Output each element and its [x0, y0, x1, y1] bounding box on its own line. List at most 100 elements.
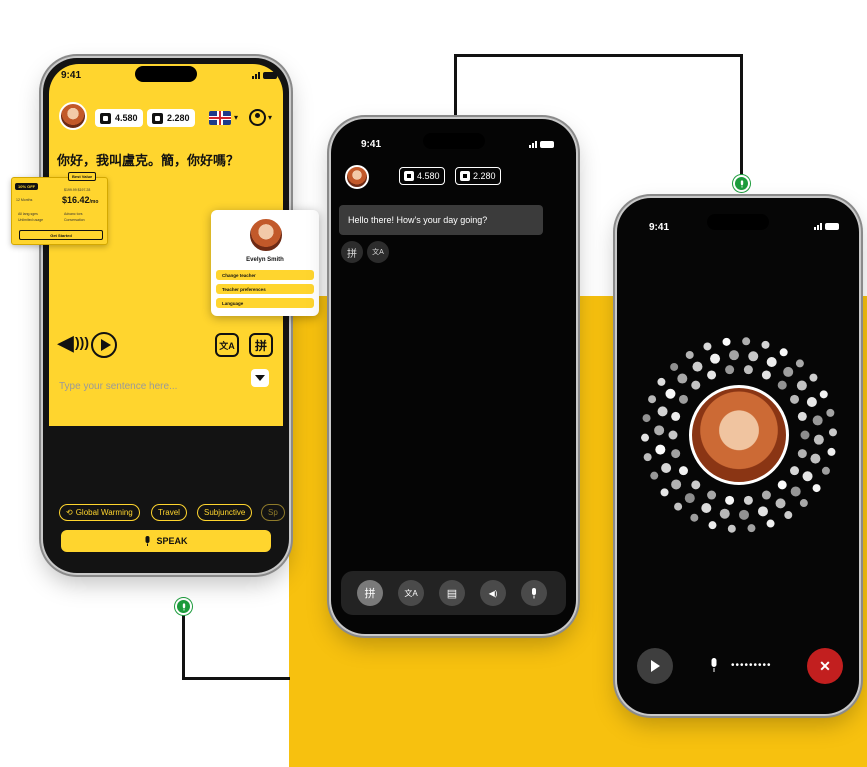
teacher-card: Evelyn Smith Change teacher Teacher pref… — [211, 210, 319, 316]
words-count: 4.580 — [417, 171, 440, 181]
visualizer-dot — [657, 377, 666, 386]
visualizer-dot — [690, 513, 699, 522]
play-icon[interactable] — [637, 648, 673, 684]
speak-label: SPEAK — [156, 536, 188, 546]
pinyin-icon[interactable]: 拼 — [357, 580, 383, 606]
plan-label: 12 Months — [16, 198, 33, 202]
visualizer-dot — [738, 509, 749, 520]
visualizer-dot — [821, 466, 830, 475]
visualizer-dot — [812, 415, 823, 426]
visualizer-dot — [654, 425, 665, 436]
visualizer-dot — [665, 388, 676, 399]
visualizer-dot — [692, 361, 703, 372]
visualizer-dot — [742, 337, 751, 346]
visualizer-dot — [743, 495, 753, 505]
topic-chip[interactable]: Travel — [151, 504, 187, 521]
book-icon — [100, 112, 111, 124]
visualizer-dot — [670, 362, 679, 371]
pinyin-glyph: 拼 — [347, 248, 357, 260]
cards-count: 2.280 — [167, 113, 190, 123]
mic-icon[interactable] — [521, 580, 547, 606]
visualizer-dot — [799, 499, 808, 508]
visualizer-dot — [641, 433, 650, 442]
words-count: 4.580 — [115, 113, 138, 123]
toolbar-glyph: 文A — [404, 588, 418, 598]
visualizer-dot — [727, 524, 736, 533]
visualizer-dot — [671, 449, 681, 459]
visualizer-dot — [813, 434, 824, 445]
topic-chip[interactable]: Subjunctive — [197, 504, 253, 521]
translate-icon[interactable]: 文A — [215, 333, 239, 357]
visualizer-dot — [810, 453, 821, 464]
topic-chip[interactable]: Sp — [261, 504, 285, 521]
visualizer-dot — [761, 340, 770, 349]
chevron-down-icon[interactable]: ▾ — [234, 113, 238, 122]
uk-flag-icon[interactable] — [209, 111, 231, 125]
avatar[interactable] — [345, 165, 369, 189]
speak-button[interactable]: SPEAK — [61, 530, 271, 552]
visualizer-dot — [747, 524, 756, 533]
pinyin-icon[interactable]: 拼 — [249, 333, 273, 357]
visualizer-dot — [655, 444, 666, 455]
visualizer-dot — [819, 390, 828, 399]
visualizer-dot — [826, 408, 835, 417]
avatar[interactable] — [59, 102, 87, 130]
visualizer-dot — [783, 366, 794, 377]
toolbar-glyph: ▤ — [446, 587, 458, 600]
visualizer-dot — [766, 519, 775, 528]
transcript-icon[interactable]: ▤ — [439, 580, 465, 606]
visualizer-dot — [685, 350, 694, 359]
visualizer-dot — [828, 428, 837, 437]
visualizer-dot — [748, 351, 759, 362]
visualizer-dot — [790, 466, 800, 476]
visualizer-dot — [660, 488, 669, 497]
visualizer-dot — [784, 511, 793, 520]
collapse-toggle[interactable] — [251, 369, 269, 387]
mic-icon[interactable] — [709, 658, 719, 677]
change-teacher-option[interactable]: Change teacher — [216, 270, 314, 280]
profile-icon[interactable] — [249, 109, 266, 126]
visualizer-dot — [802, 471, 813, 482]
teacher-preferences-option[interactable]: Teacher preferences — [216, 284, 314, 294]
recording-dots: ••••••••• — [731, 660, 772, 671]
chevron-down-icon[interactable]: ▾ — [268, 113, 272, 122]
book-icon — [404, 171, 414, 181]
visualizer-dot — [743, 365, 753, 375]
connector-line — [454, 54, 743, 57]
visualizer-dot — [674, 502, 683, 511]
old-price: $199.99 $197.28 — [64, 188, 91, 192]
translate-glyph: 文A — [372, 249, 384, 256]
topic-label: Global Warming — [75, 508, 133, 517]
option-label: Change teacher — [222, 272, 256, 278]
speaker-icon[interactable]: ◀) — [480, 580, 506, 606]
translate-icon[interactable]: 文A — [367, 241, 389, 263]
cards-stat: 2.280 — [455, 167, 501, 185]
visualizer-dot — [725, 365, 735, 375]
phone-chat: 9:41 4.580 2.280 Hello there! How's your… — [331, 119, 576, 634]
visualizer-dot — [777, 380, 787, 390]
visualizer-dot — [684, 493, 695, 504]
visualizer-dot — [668, 430, 678, 440]
card-icon — [152, 112, 163, 124]
sound-waves-icon: ))) — [75, 334, 89, 350]
signal-icon — [529, 141, 537, 148]
end-call-button[interactable]: ✕ — [807, 648, 843, 684]
sentence-input[interactable]: Type your sentence here... — [59, 381, 177, 392]
visualizer-dot — [650, 471, 659, 480]
get-started-button[interactable]: Get Started — [19, 230, 103, 240]
translate-icon[interactable]: 文A — [398, 580, 424, 606]
visualizer-dot — [761, 370, 771, 380]
topic-chip[interactable]: ⟲ Global Warming — [59, 504, 140, 521]
close-icon: ✕ — [819, 657, 831, 674]
pinyin-icon[interactable]: 拼 — [341, 241, 363, 263]
ai-message: Hello there! How's your day going? — [339, 205, 543, 235]
connector-line — [454, 54, 457, 120]
language-option[interactable]: Language — [216, 298, 314, 308]
visualizer-dot — [707, 490, 717, 500]
price: $16.42/mo — [62, 195, 98, 205]
subscription-card[interactable]: 10% OFF Best Value 12 Months $199.99 $19… — [11, 172, 108, 245]
visualizer-dot — [691, 480, 701, 490]
play-icon[interactable] — [91, 332, 117, 358]
speaker-icon[interactable]: ◀︎ — [57, 330, 74, 356]
status-time: 9:41 — [61, 70, 82, 81]
